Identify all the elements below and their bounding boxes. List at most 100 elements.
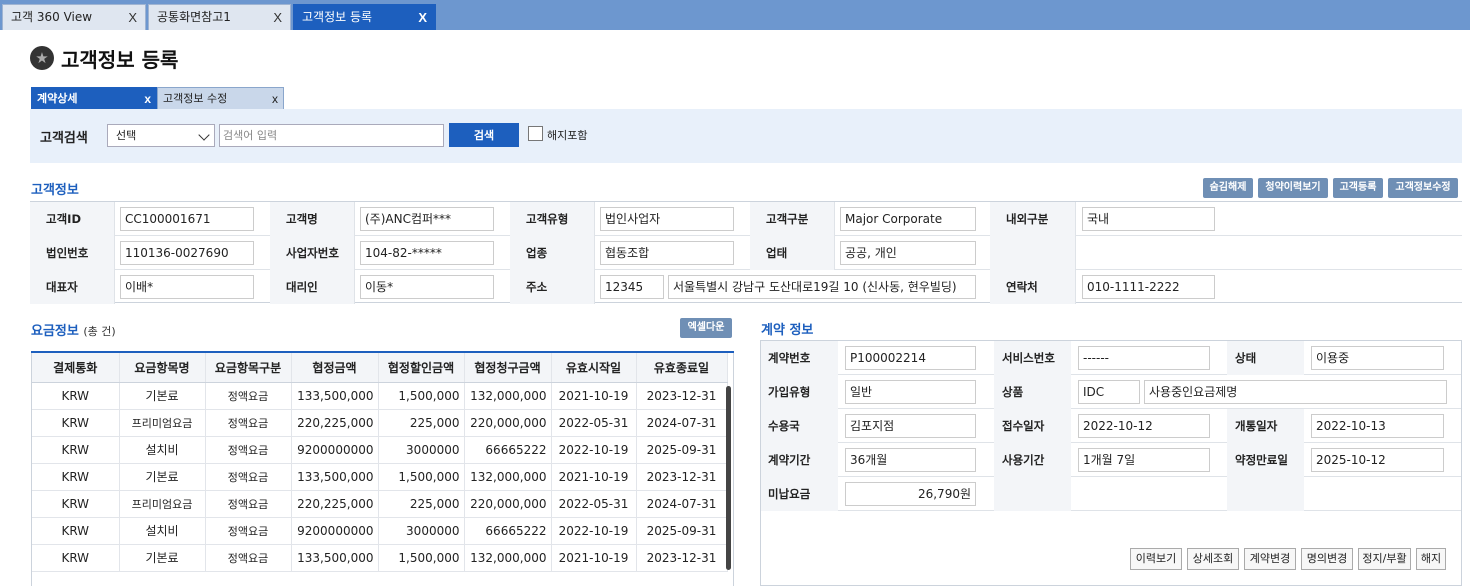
subtab-customer-edit[interactable]: 고객정보 수정 x bbox=[157, 87, 284, 109]
product-name-field[interactable]: 사용중인요금제명 bbox=[1144, 380, 1447, 404]
column-header[interactable]: 유효시작일 bbox=[551, 353, 637, 383]
unhide-button[interactable]: 숨김해제 bbox=[1203, 178, 1253, 198]
contract-no-field[interactable]: P100002214 bbox=[845, 346, 976, 370]
search-type-select[interactable]: 선택 bbox=[107, 124, 215, 147]
customer-section-title: 고객정보 bbox=[31, 183, 79, 198]
customer-register-button[interactable]: 고객등록 bbox=[1333, 178, 1383, 198]
table-cell: 66665222 bbox=[464, 517, 552, 545]
zip-field[interactable]: 12345 bbox=[600, 275, 664, 299]
tab-customer-360[interactable]: 고객 360 View X bbox=[2, 4, 146, 30]
subtab-label: 고객정보 수정 bbox=[163, 92, 228, 105]
close-icon[interactable]: x bbox=[272, 88, 278, 110]
subtab-label: 계약상세 bbox=[37, 92, 78, 105]
table-cell: 220,225,000 bbox=[291, 409, 379, 437]
table-cell: 설치비 bbox=[119, 517, 206, 545]
agent-field[interactable]: 이동* bbox=[360, 275, 494, 299]
include-terminated-checkbox[interactable] bbox=[528, 126, 543, 141]
table-cell: 220,000,000 bbox=[464, 490, 552, 518]
column-header[interactable]: 유효종료일 bbox=[636, 353, 728, 383]
column-header[interactable]: 협정할인금액 bbox=[378, 353, 465, 383]
table-cell: 9200000000 bbox=[291, 517, 379, 545]
close-icon[interactable]: X bbox=[128, 5, 137, 30]
close-icon[interactable]: x bbox=[144, 88, 151, 110]
table-cell: 133,500,000 bbox=[291, 463, 379, 491]
join-type-field[interactable]: 일반 bbox=[845, 380, 976, 404]
column-header[interactable]: 요금항목구분 bbox=[205, 353, 292, 383]
column-header[interactable]: 요금항목명 bbox=[119, 353, 206, 383]
tab-customer-register[interactable]: 고객정보 등록 X bbox=[293, 4, 436, 30]
search-input[interactable] bbox=[219, 124, 444, 147]
table-row[interactable]: KRW 기본료 정액요금 133,500,000 1,500,000 132,000,00… bbox=[32, 544, 728, 572]
corp-no-field[interactable]: 110136-0027690 bbox=[120, 241, 254, 265]
status-field[interactable]: 이용중 bbox=[1311, 346, 1444, 370]
period-label: 계약기간 bbox=[768, 453, 811, 467]
office-field[interactable]: 김포지점 bbox=[845, 414, 976, 438]
excel-download-button[interactable]: 엑셀다운 bbox=[680, 318, 732, 338]
representative-field[interactable]: 이배* bbox=[120, 275, 254, 299]
customer-id-label: 고객ID bbox=[46, 212, 81, 226]
terminate-button[interactable]: 해지 bbox=[1416, 548, 1446, 570]
table-row[interactable]: KRW 기본료 정액요금 133,500,000 1,500,000 132,000,00… bbox=[32, 463, 728, 491]
customer-edit-button[interactable]: 고객정보수정 bbox=[1388, 178, 1458, 198]
unpaid-field[interactable]: 26,790원 bbox=[845, 482, 976, 506]
table-cell: 132,000,000 bbox=[464, 463, 552, 491]
table-row[interactable]: KRW 프리미엄요금 정액요금 220,225,000 225,000 220,000,0… bbox=[32, 409, 728, 437]
expiry-field[interactable]: 2025-10-12 bbox=[1311, 448, 1444, 472]
suspend-resume-button[interactable]: 정지/부활 bbox=[1358, 548, 1411, 570]
contact-label: 연락처 bbox=[1006, 280, 1038, 294]
biz-no-field[interactable]: 104-82-***** bbox=[360, 241, 494, 265]
agent-label: 대리인 bbox=[286, 280, 318, 294]
customer-name-field[interactable]: (주)ANC컴퍼*** bbox=[360, 207, 494, 231]
table-cell: 설치비 bbox=[119, 436, 206, 464]
customer-type-label: 고객유형 bbox=[526, 212, 569, 226]
biz-type-field[interactable]: 공공, 개인 bbox=[840, 241, 976, 265]
table-cell: KRW bbox=[32, 436, 120, 464]
table-cell: KRW bbox=[32, 490, 120, 518]
table-row[interactable]: KRW 기본료 정액요금 133,500,000 1,500,000 132,000,00… bbox=[32, 382, 728, 410]
expiry-label: 약정만료일 bbox=[1235, 453, 1288, 467]
search-button[interactable]: 검색 bbox=[449, 123, 519, 147]
industry-field[interactable]: 협동조합 bbox=[600, 241, 734, 265]
detail-button[interactable]: 상세조회 bbox=[1187, 548, 1239, 570]
table-row[interactable]: KRW 프리미엄요금 정액요금 220,225,000 225,000 220,000,0… bbox=[32, 490, 728, 518]
fee-count: (총 건) bbox=[83, 325, 116, 338]
subtab-contract-detail[interactable]: 계약상세 x bbox=[31, 87, 157, 109]
subscription-history-button[interactable]: 청약이력보기 bbox=[1258, 178, 1328, 198]
domestic-field[interactable]: 국내 bbox=[1082, 207, 1215, 231]
table-cell: 132,000,000 bbox=[464, 382, 552, 410]
table-row[interactable]: KRW 설치비 정액요금 9200000000 3000000 66665222 2022-… bbox=[32, 517, 728, 545]
fee-section-title: 요금정보 (총 건) bbox=[31, 320, 116, 339]
tab-common-screen[interactable]: 공통화면참고1 X bbox=[148, 4, 291, 30]
customer-type-field[interactable]: 법인사업자 bbox=[600, 207, 734, 231]
table-cell: 정액요금 bbox=[205, 517, 292, 545]
product-code-field[interactable]: IDC bbox=[1078, 380, 1140, 404]
period-field[interactable]: 36개월 bbox=[845, 448, 976, 472]
table-row[interactable]: KRW 설치비 정액요금 9200000000 3000000 66665222 2022-… bbox=[32, 436, 728, 464]
customer-category-field[interactable]: Major Corporate bbox=[840, 207, 976, 231]
usage-field[interactable]: 1개월 7일 bbox=[1078, 448, 1210, 472]
table-cell: 기본료 bbox=[119, 382, 206, 410]
service-no-field[interactable]: ------ bbox=[1078, 346, 1210, 370]
column-header[interactable]: 결제통화 bbox=[32, 353, 120, 383]
search-label: 고객검색 bbox=[40, 131, 88, 146]
receipt-date-field[interactable]: 2022-10-12 bbox=[1078, 414, 1210, 438]
fee-table-scrollbar[interactable] bbox=[726, 386, 731, 570]
customer-id-field[interactable]: CC100001671 bbox=[120, 207, 254, 231]
fee-table: 결제통화 요금항목명 요금항목구분 협정금액 협정할인금액 협정청구금액 유효시… bbox=[32, 353, 728, 572]
contact-field[interactable]: 010-1111-2222 bbox=[1082, 275, 1215, 299]
column-header[interactable]: 협정청구금액 bbox=[464, 353, 552, 383]
close-icon[interactable]: X bbox=[273, 5, 282, 30]
address-field[interactable]: 서울특별시 강남구 도산대로19길 10 (신사동, 현우빌딩) bbox=[668, 275, 976, 299]
history-button[interactable]: 이력보기 bbox=[1130, 548, 1182, 570]
owner-change-button[interactable]: 명의변경 bbox=[1301, 548, 1353, 570]
close-icon[interactable]: X bbox=[418, 5, 427, 30]
column-header[interactable]: 협정금액 bbox=[291, 353, 379, 383]
table-cell: 2022-05-31 bbox=[551, 409, 637, 437]
table-cell: 1,500,000 bbox=[378, 382, 465, 410]
contract-change-button[interactable]: 계약변경 bbox=[1244, 548, 1296, 570]
domestic-label: 내외구분 bbox=[1006, 212, 1049, 226]
usage-label: 사용기간 bbox=[1002, 453, 1045, 467]
open-date-field[interactable]: 2022-10-13 bbox=[1311, 414, 1444, 438]
table-cell: 정액요금 bbox=[205, 409, 292, 437]
table-cell: 정액요금 bbox=[205, 490, 292, 518]
